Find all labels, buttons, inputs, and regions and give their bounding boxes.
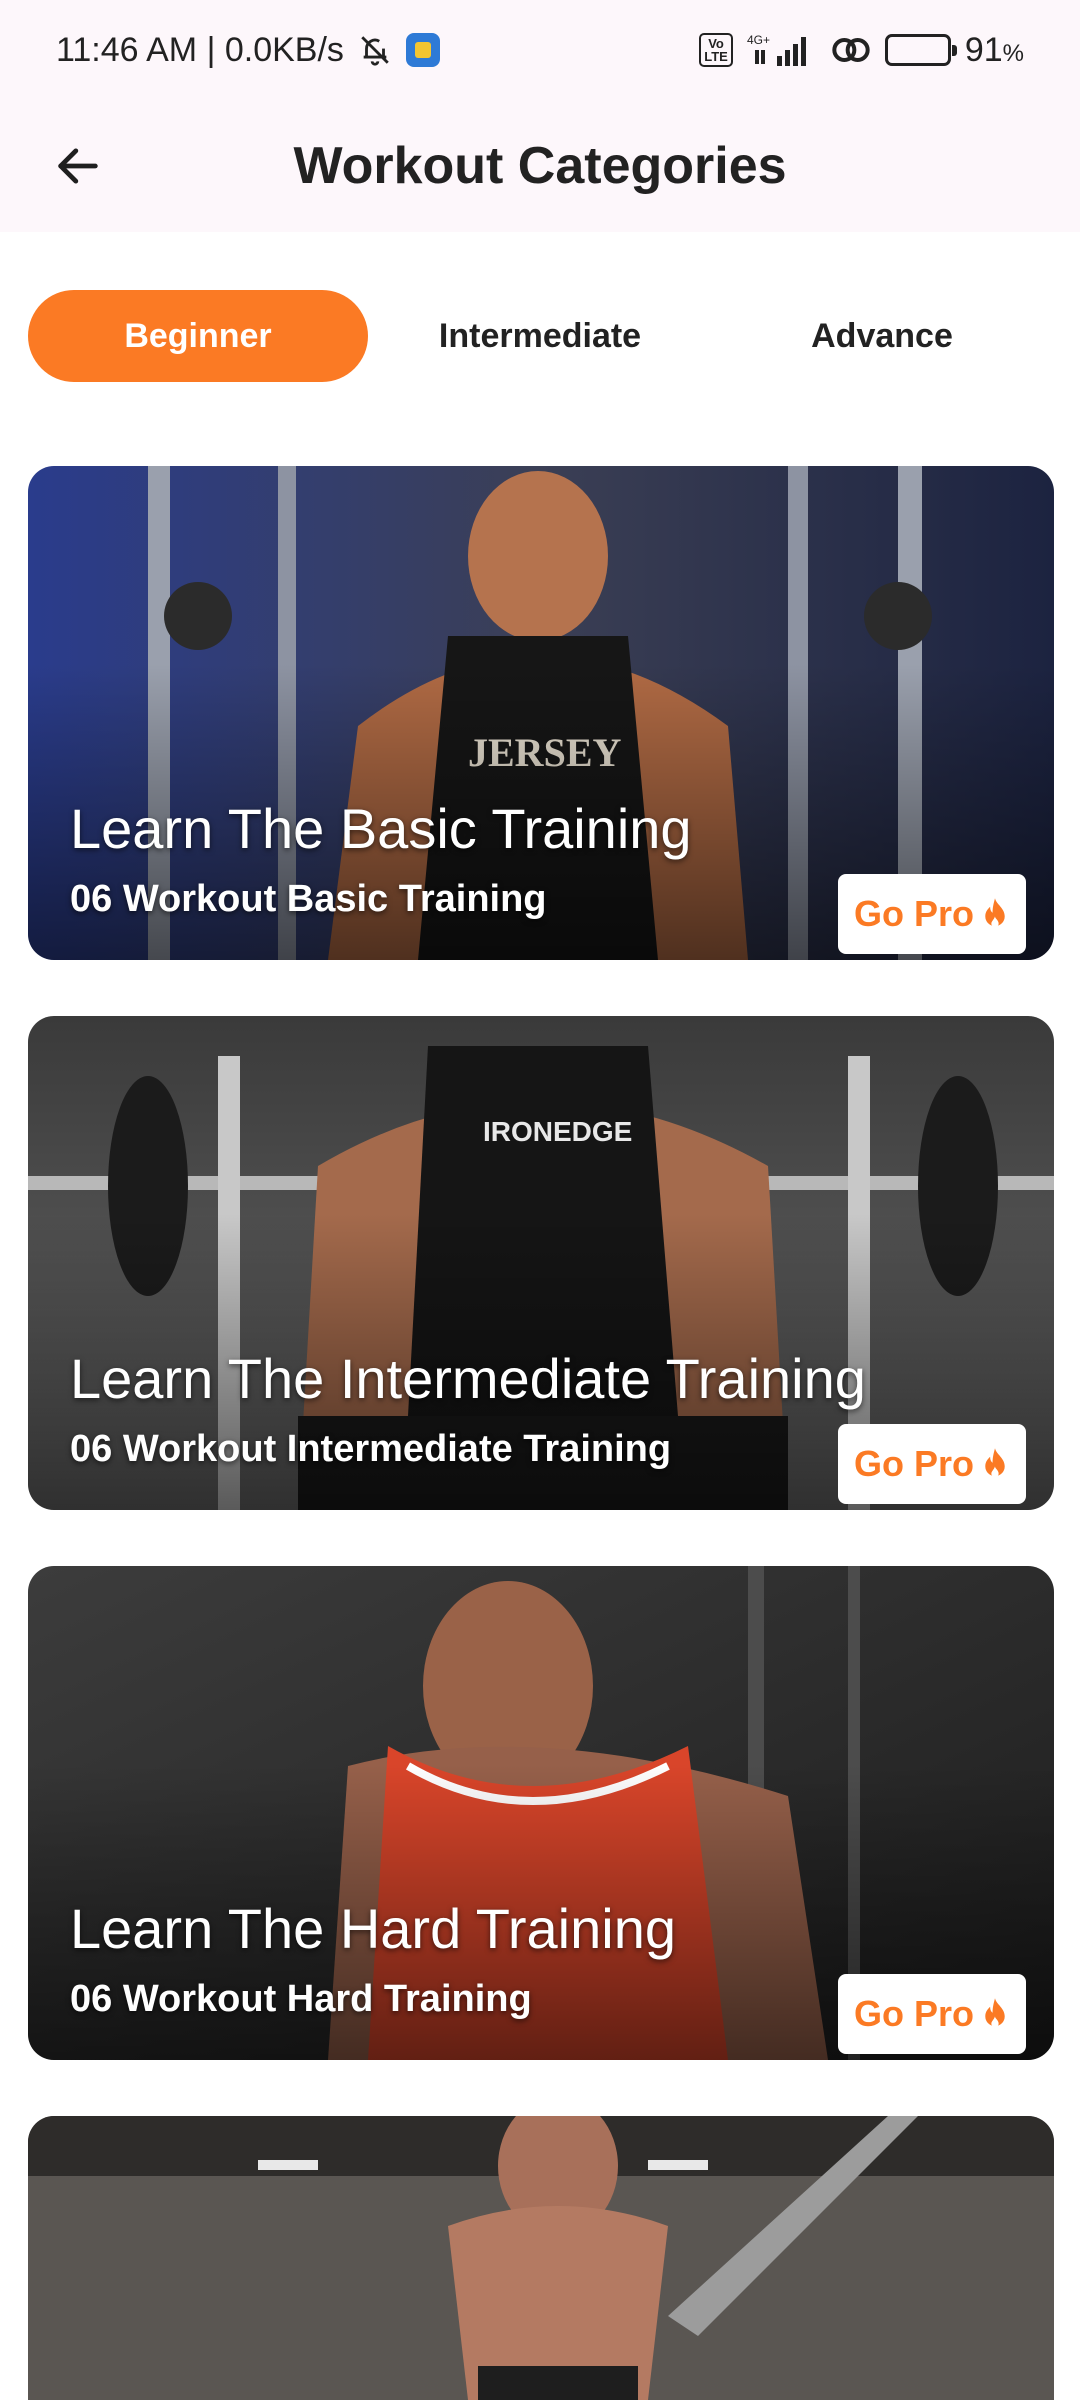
go-pro-button[interactable]: Go Pro bbox=[838, 874, 1026, 954]
status-left: 11:46 AM | 0.0KB/s bbox=[56, 31, 440, 70]
workout-card-hard[interactable]: Learn The Hard Training 06 Workout Hard … bbox=[28, 1566, 1054, 2060]
status-time-speed: 11:46 AM | 0.0KB/s bbox=[56, 30, 344, 69]
signal-icon: 4G+ bbox=[747, 32, 817, 68]
back-button[interactable] bbox=[40, 128, 116, 204]
workout-card-intermediate[interactable]: IRONEDGE Learn The Intermediate Training… bbox=[28, 1016, 1054, 1510]
tab-beginner[interactable]: Beginner bbox=[28, 290, 368, 382]
notification-app-icon bbox=[405, 33, 440, 67]
go-pro-button[interactable]: Go Pro bbox=[838, 1424, 1026, 1504]
card-photo bbox=[28, 2116, 1054, 2400]
battery-level: 91% bbox=[964, 30, 1024, 69]
flame-icon bbox=[985, 1998, 1005, 2028]
go-pro-button[interactable]: Go Pro bbox=[838, 1974, 1026, 2054]
tab-advance[interactable]: Advance bbox=[712, 290, 1052, 382]
flame-icon bbox=[985, 898, 1005, 928]
card-title: Learn The Intermediate Training bbox=[70, 1347, 866, 1410]
card-subtitle: 06 Workout Basic Training bbox=[70, 878, 547, 920]
card-subtitle: 06 Workout Intermediate Training bbox=[70, 1428, 672, 1470]
network-label: 4G+ bbox=[747, 33, 770, 47]
card-subtitle: 06 Workout Hard Training bbox=[70, 1978, 532, 2020]
go-pro-label: Go Pro bbox=[853, 893, 974, 934]
page-title: Workout Categories bbox=[293, 137, 787, 195]
status-bar: 11:46 AM | 0.0KB/s Vo LTE 4G+ 91% bbox=[0, 0, 1080, 100]
card-title: Learn The Hard Training bbox=[70, 1897, 676, 1960]
go-pro-label: Go Pro bbox=[853, 1993, 974, 2034]
status-right: Vo LTE 4G+ 91% bbox=[699, 31, 1024, 70]
app-bar: Workout Categories bbox=[0, 100, 1080, 232]
level-tabs: Beginner Intermediate Advance bbox=[28, 290, 1052, 382]
bell-off-icon bbox=[358, 33, 392, 67]
tab-intermediate[interactable]: Intermediate bbox=[370, 290, 710, 382]
hotspot-icon bbox=[831, 33, 871, 67]
battery-icon bbox=[884, 34, 957, 66]
flame-icon bbox=[985, 1448, 1005, 1478]
card-title: Learn The Basic Training bbox=[70, 797, 692, 860]
go-pro-label: Go Pro bbox=[853, 1443, 974, 1484]
arrow-left-icon bbox=[58, 148, 98, 184]
workout-card-advance[interactable] bbox=[28, 2116, 1054, 2400]
volte-icon: Vo LTE bbox=[699, 33, 733, 67]
workout-card-basic[interactable]: JERSEY Learn The Basic Training 06 Worko… bbox=[28, 466, 1054, 960]
